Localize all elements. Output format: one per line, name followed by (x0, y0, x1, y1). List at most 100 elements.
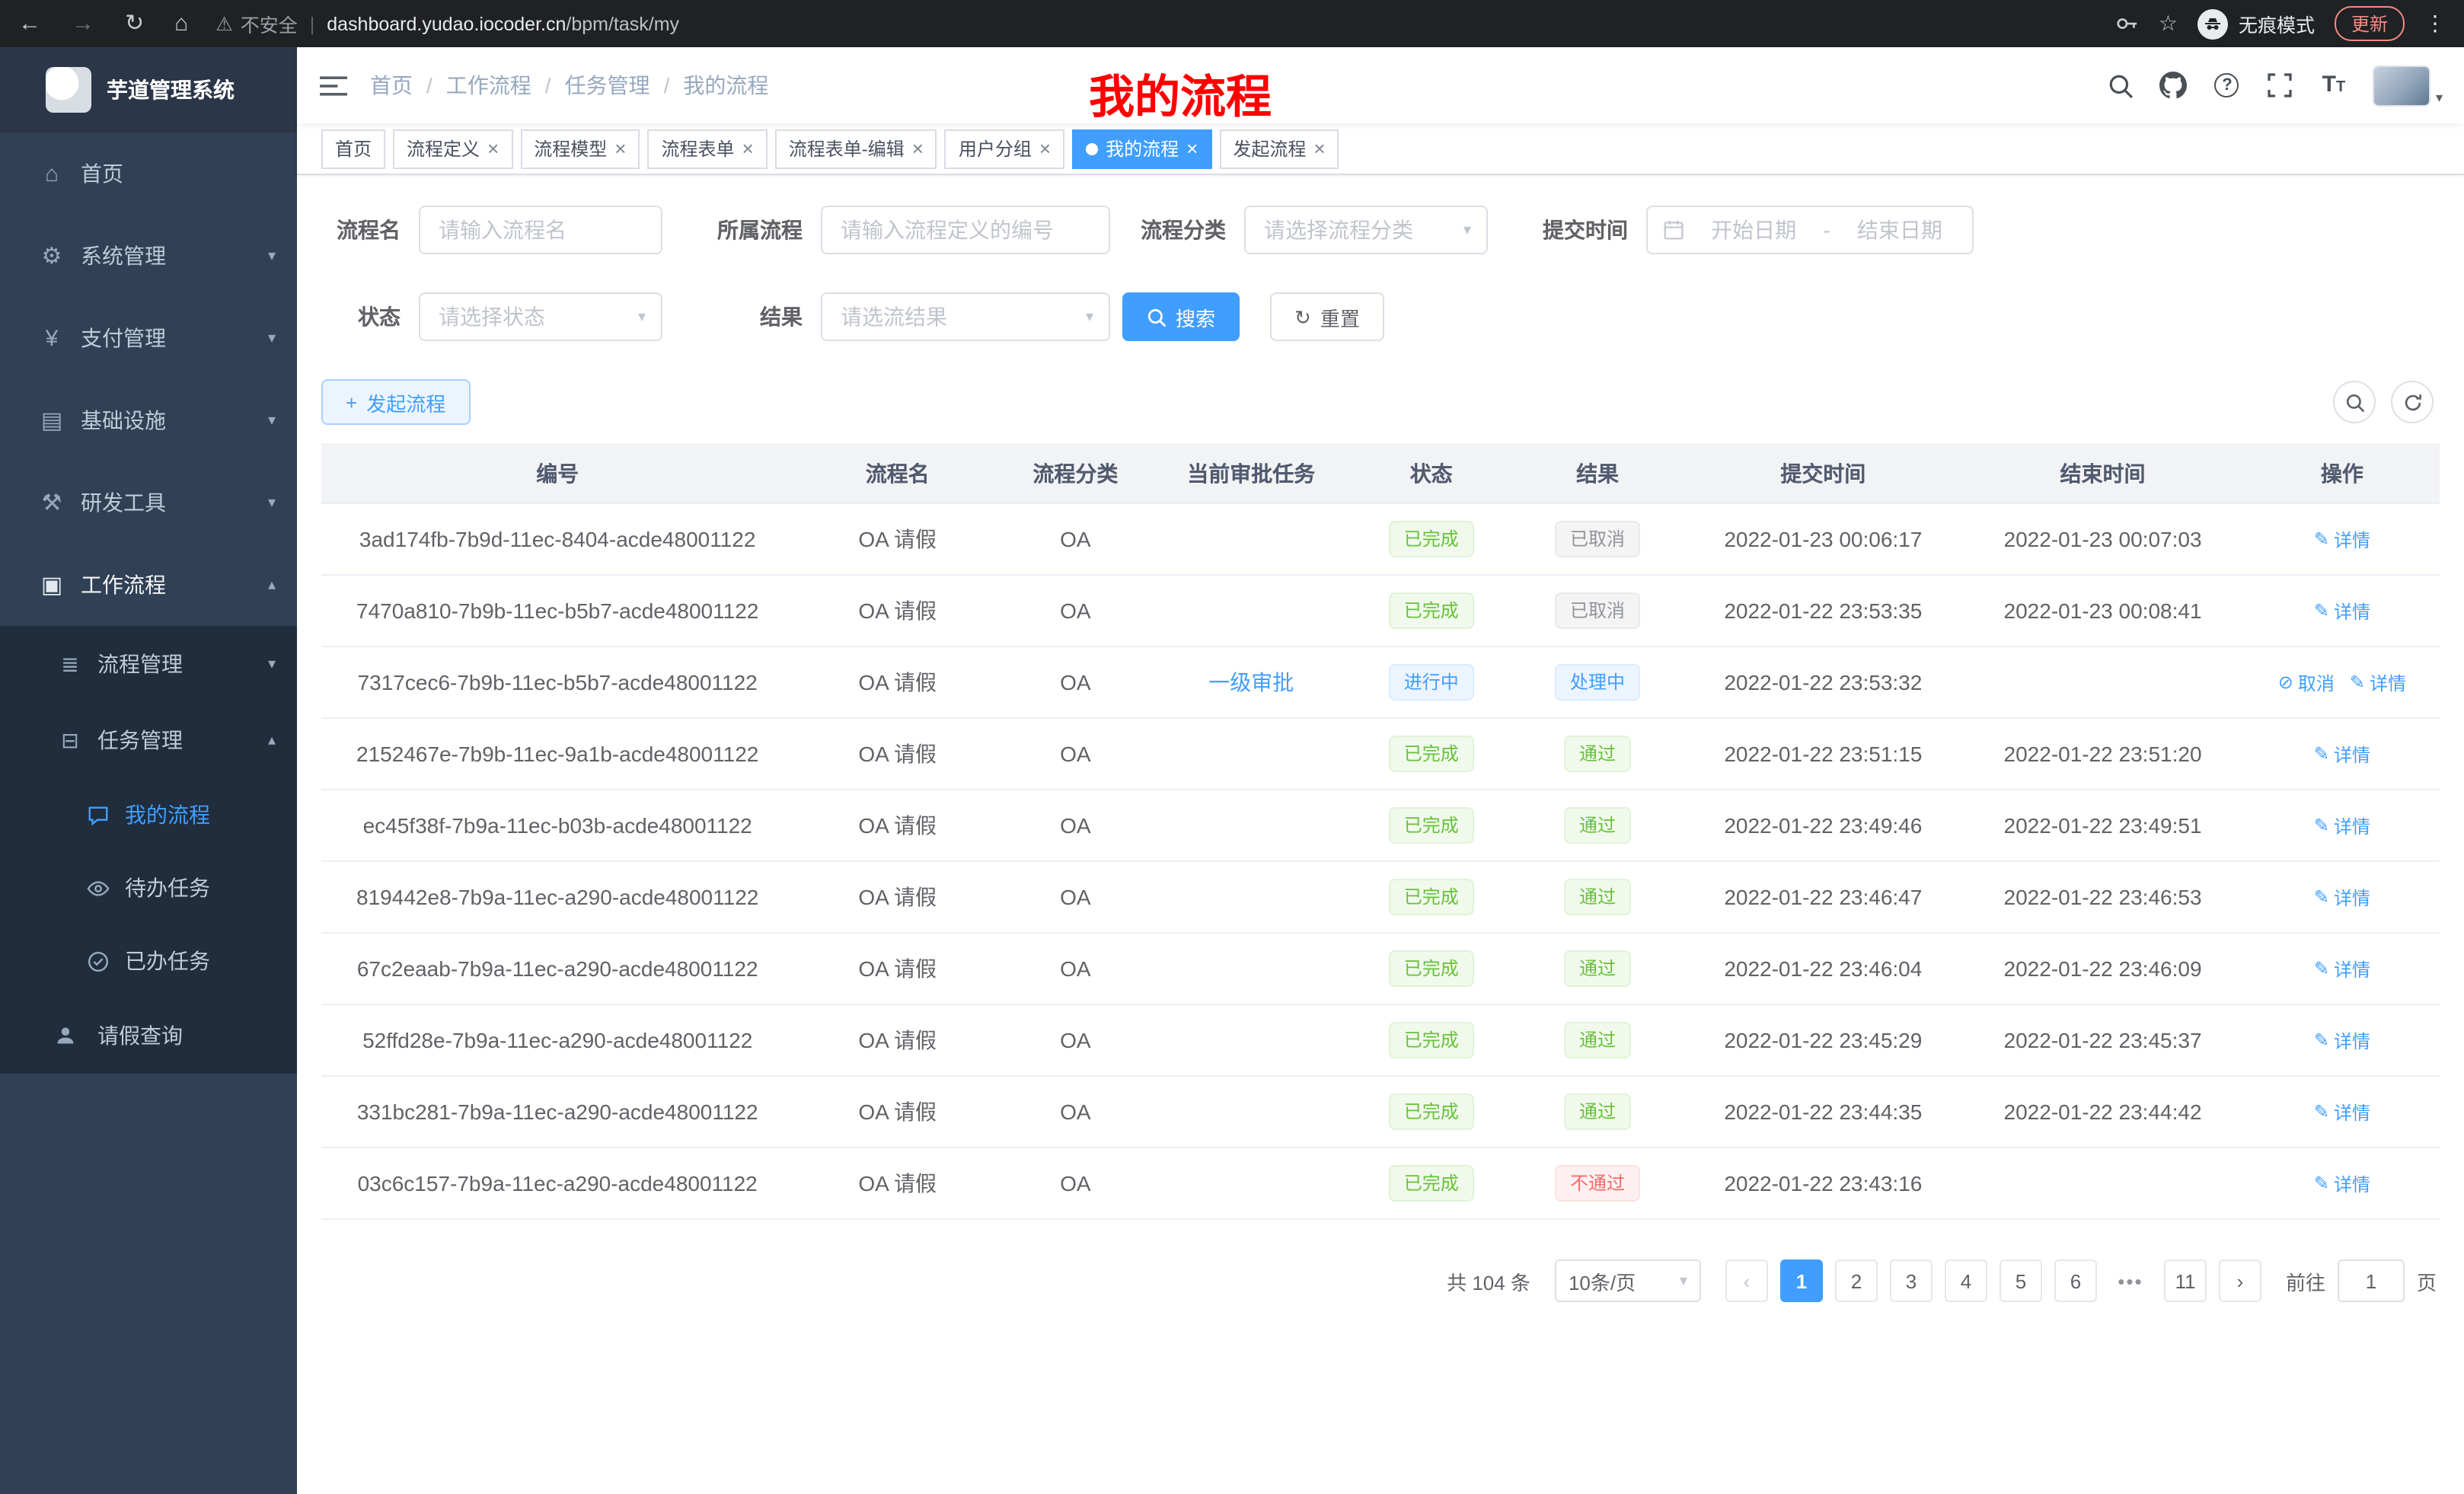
detail-link[interactable]: ✎详情 (2314, 1100, 2370, 1125)
submit-time-range-picker[interactable]: 开始日期 - 结束日期 (1646, 206, 1974, 254)
result-select[interactable]: 请选流结果 ▾ (821, 292, 1110, 341)
person-icon (55, 1025, 85, 1046)
sidebar-item-devtools[interactable]: ⚒ 研发工具 ▾ (0, 461, 297, 544)
status-select[interactable]: 请选择状态 ▾ (419, 292, 662, 341)
process-name-input[interactable] (419, 206, 662, 254)
fullscreen-icon[interactable] (2267, 72, 2294, 99)
cell-submit-time: 2022-01-22 23:44:35 (1686, 1100, 1961, 1124)
refresh-table-button[interactable] (2391, 381, 2434, 423)
more-pages-button[interactable]: ••• (2109, 1259, 2152, 1302)
reset-button[interactable]: ↻ 重置 (1270, 292, 1384, 341)
goto-page-input[interactable] (2338, 1259, 2405, 1302)
tab-user-group[interactable]: 用户分组× (945, 129, 1064, 168)
browser-reload-icon[interactable]: ↻ (125, 12, 144, 35)
table-row: 67c2eaab-7b9a-11ec-a290-acde48001122 OA … (321, 934, 2440, 1005)
browser-menu-icon[interactable]: ⋮ (2424, 11, 2446, 37)
search-icon[interactable] (2107, 72, 2134, 99)
tab-process-form-edit[interactable]: 流程表单-编辑× (775, 129, 937, 168)
sidebar-item-home[interactable]: ⌂ 首页 (0, 132, 297, 215)
close-tab-icon[interactable]: × (487, 139, 499, 158)
sidebar-item-todo-tasks[interactable]: 待办任务 (0, 851, 297, 924)
close-tab-icon[interactable]: × (742, 139, 754, 158)
not-secure-label[interactable]: 不安全 (241, 9, 298, 38)
breadcrumb-workflow[interactable]: 工作流程 (446, 70, 531, 101)
sidebar-item-done-tasks[interactable]: 已办任务 (0, 924, 297, 998)
browser-back-icon[interactable]: ← (18, 12, 41, 35)
tab-my-process[interactable]: 我的流程× (1072, 129, 1211, 168)
github-icon[interactable] (2160, 72, 2188, 99)
tab-process-definition[interactable]: 流程定义× (393, 129, 512, 168)
page-button-4[interactable]: 4 (1945, 1259, 1987, 1302)
edit-icon: ✎ (2314, 529, 2329, 551)
browser-home-icon[interactable]: ⌂ (174, 12, 188, 35)
user-avatar-menu[interactable]: ▾ (2373, 65, 2443, 106)
detail-link[interactable]: ✎详情 (2314, 813, 2370, 839)
page-button-5[interactable]: 5 (2000, 1259, 2042, 1302)
close-tab-icon[interactable]: × (1039, 139, 1051, 158)
toggle-search-button[interactable] (2333, 381, 2376, 423)
sidebar-item-leave-query[interactable]: 请假查询 (0, 998, 297, 1074)
browser-update-button[interactable]: 更新 (2335, 6, 2405, 41)
page-button-2[interactable]: 2 (1835, 1259, 1878, 1302)
close-tab-icon[interactable]: × (1313, 139, 1325, 158)
process-category-select[interactable]: 请选择流程分类 ▾ (1244, 206, 1488, 254)
cell-id: ec45f38f-7b9a-11ec-b03b-acde48001122 (321, 813, 793, 838)
help-icon[interactable]: ? (2213, 72, 2241, 99)
sidebar: 芋道管理系统 ⌂ 首页 ⚙ 系统管理 ▾ ¥ 支付管理 ▾ ▤ (0, 47, 297, 1494)
end-date-placeholder[interactable]: 结束日期 (1843, 215, 1957, 245)
tab-process-form[interactable]: 流程表单× (647, 129, 767, 168)
current-task-link[interactable]: 一级审批 (1208, 670, 1294, 694)
app-title: 芋道管理系统 (107, 75, 235, 105)
tab-process-model[interactable]: 流程模型× (520, 129, 640, 168)
cell-submit-time: 2022-01-22 23:49:46 (1686, 813, 1961, 838)
page-button-11[interactable]: 11 (2164, 1259, 2207, 1302)
sidebar-item-workflow[interactable]: ▣ 工作流程 ▴ (0, 544, 297, 626)
font-size-icon[interactable]: TT (2320, 72, 2348, 99)
detail-link[interactable]: ✎详情 (2350, 670, 2406, 696)
detail-link[interactable]: ✎详情 (2314, 599, 2370, 624)
tab-home[interactable]: 首页 (321, 129, 385, 168)
status-badge: 已完成 (1389, 736, 1474, 772)
sidebar-item-system[interactable]: ⚙ 系统管理 ▾ (0, 215, 297, 297)
page-button-6[interactable]: 6 (2054, 1259, 2097, 1302)
page-size-select[interactable]: 10条/页 ▾ (1555, 1259, 1701, 1302)
hamburger-icon[interactable] (297, 74, 370, 97)
tab-start-process[interactable]: 发起流程× (1219, 129, 1339, 168)
detail-link[interactable]: ✎详情 (2314, 742, 2370, 768)
cancel-link[interactable]: ⊘取消 (2278, 670, 2335, 696)
top-navbar: 首页 / 工作流程 / 任务管理 / 我的流程 我的流程 ? (297, 47, 2464, 123)
edit-icon: ✎ (2314, 744, 2329, 765)
sidebar-item-process-management[interactable]: ≣ 流程管理 ▾ (0, 626, 297, 702)
start-date-placeholder[interactable]: 开始日期 (1696, 215, 1811, 245)
page-url[interactable]: dashboard.yudao.iocoder.cn/bpm/task/my (327, 13, 679, 34)
cell-name: OA 请假 (793, 1097, 1001, 1127)
process-definition-input[interactable] (821, 206, 1110, 254)
detail-link[interactable]: ✎详情 (2314, 1028, 2370, 1054)
bookmark-star-icon[interactable]: ☆ (2159, 11, 2178, 37)
detail-link[interactable]: ✎详情 (2314, 1171, 2370, 1197)
sidebar-item-infrastructure[interactable]: ▤ 基础设施 ▾ (0, 379, 297, 461)
browser-forward-icon[interactable]: → (72, 12, 94, 35)
chevron-down-icon: ▾ (268, 330, 276, 346)
close-tab-icon[interactable]: × (912, 139, 924, 158)
search-button[interactable]: 搜索 (1122, 292, 1240, 341)
detail-link[interactable]: ✎详情 (2314, 527, 2370, 553)
app-logo[interactable]: 芋道管理系统 (0, 47, 297, 132)
page-button-1[interactable]: 1 (1780, 1259, 1823, 1302)
page-button-3[interactable]: 3 (1890, 1259, 1933, 1302)
breadcrumb-task-management[interactable]: 任务管理 (565, 70, 650, 101)
address-bar[interactable]: ⚠ 不安全 | dashboard.yudao.iocoder.cn/bpm/t… (215, 9, 2089, 38)
cell-category: OA (1001, 1028, 1150, 1052)
detail-link[interactable]: ✎详情 (2314, 956, 2370, 982)
breadcrumb-home[interactable]: 首页 (370, 70, 413, 101)
prev-page-button[interactable]: ‹ (1725, 1259, 1768, 1302)
sidebar-item-my-process[interactable]: 我的流程 (0, 778, 297, 851)
detail-link[interactable]: ✎详情 (2314, 885, 2370, 911)
password-key-icon[interactable] (2116, 12, 2139, 35)
sidebar-item-payment[interactable]: ¥ 支付管理 ▾ (0, 297, 297, 379)
next-page-button[interactable]: › (2219, 1259, 2261, 1302)
close-tab-icon[interactable]: × (614, 139, 626, 158)
sidebar-item-task-management[interactable]: ⊟ 任务管理 ▴ (0, 702, 297, 778)
close-tab-icon[interactable]: × (1186, 139, 1198, 158)
start-process-button[interactable]: + 发起流程 (321, 379, 470, 425)
